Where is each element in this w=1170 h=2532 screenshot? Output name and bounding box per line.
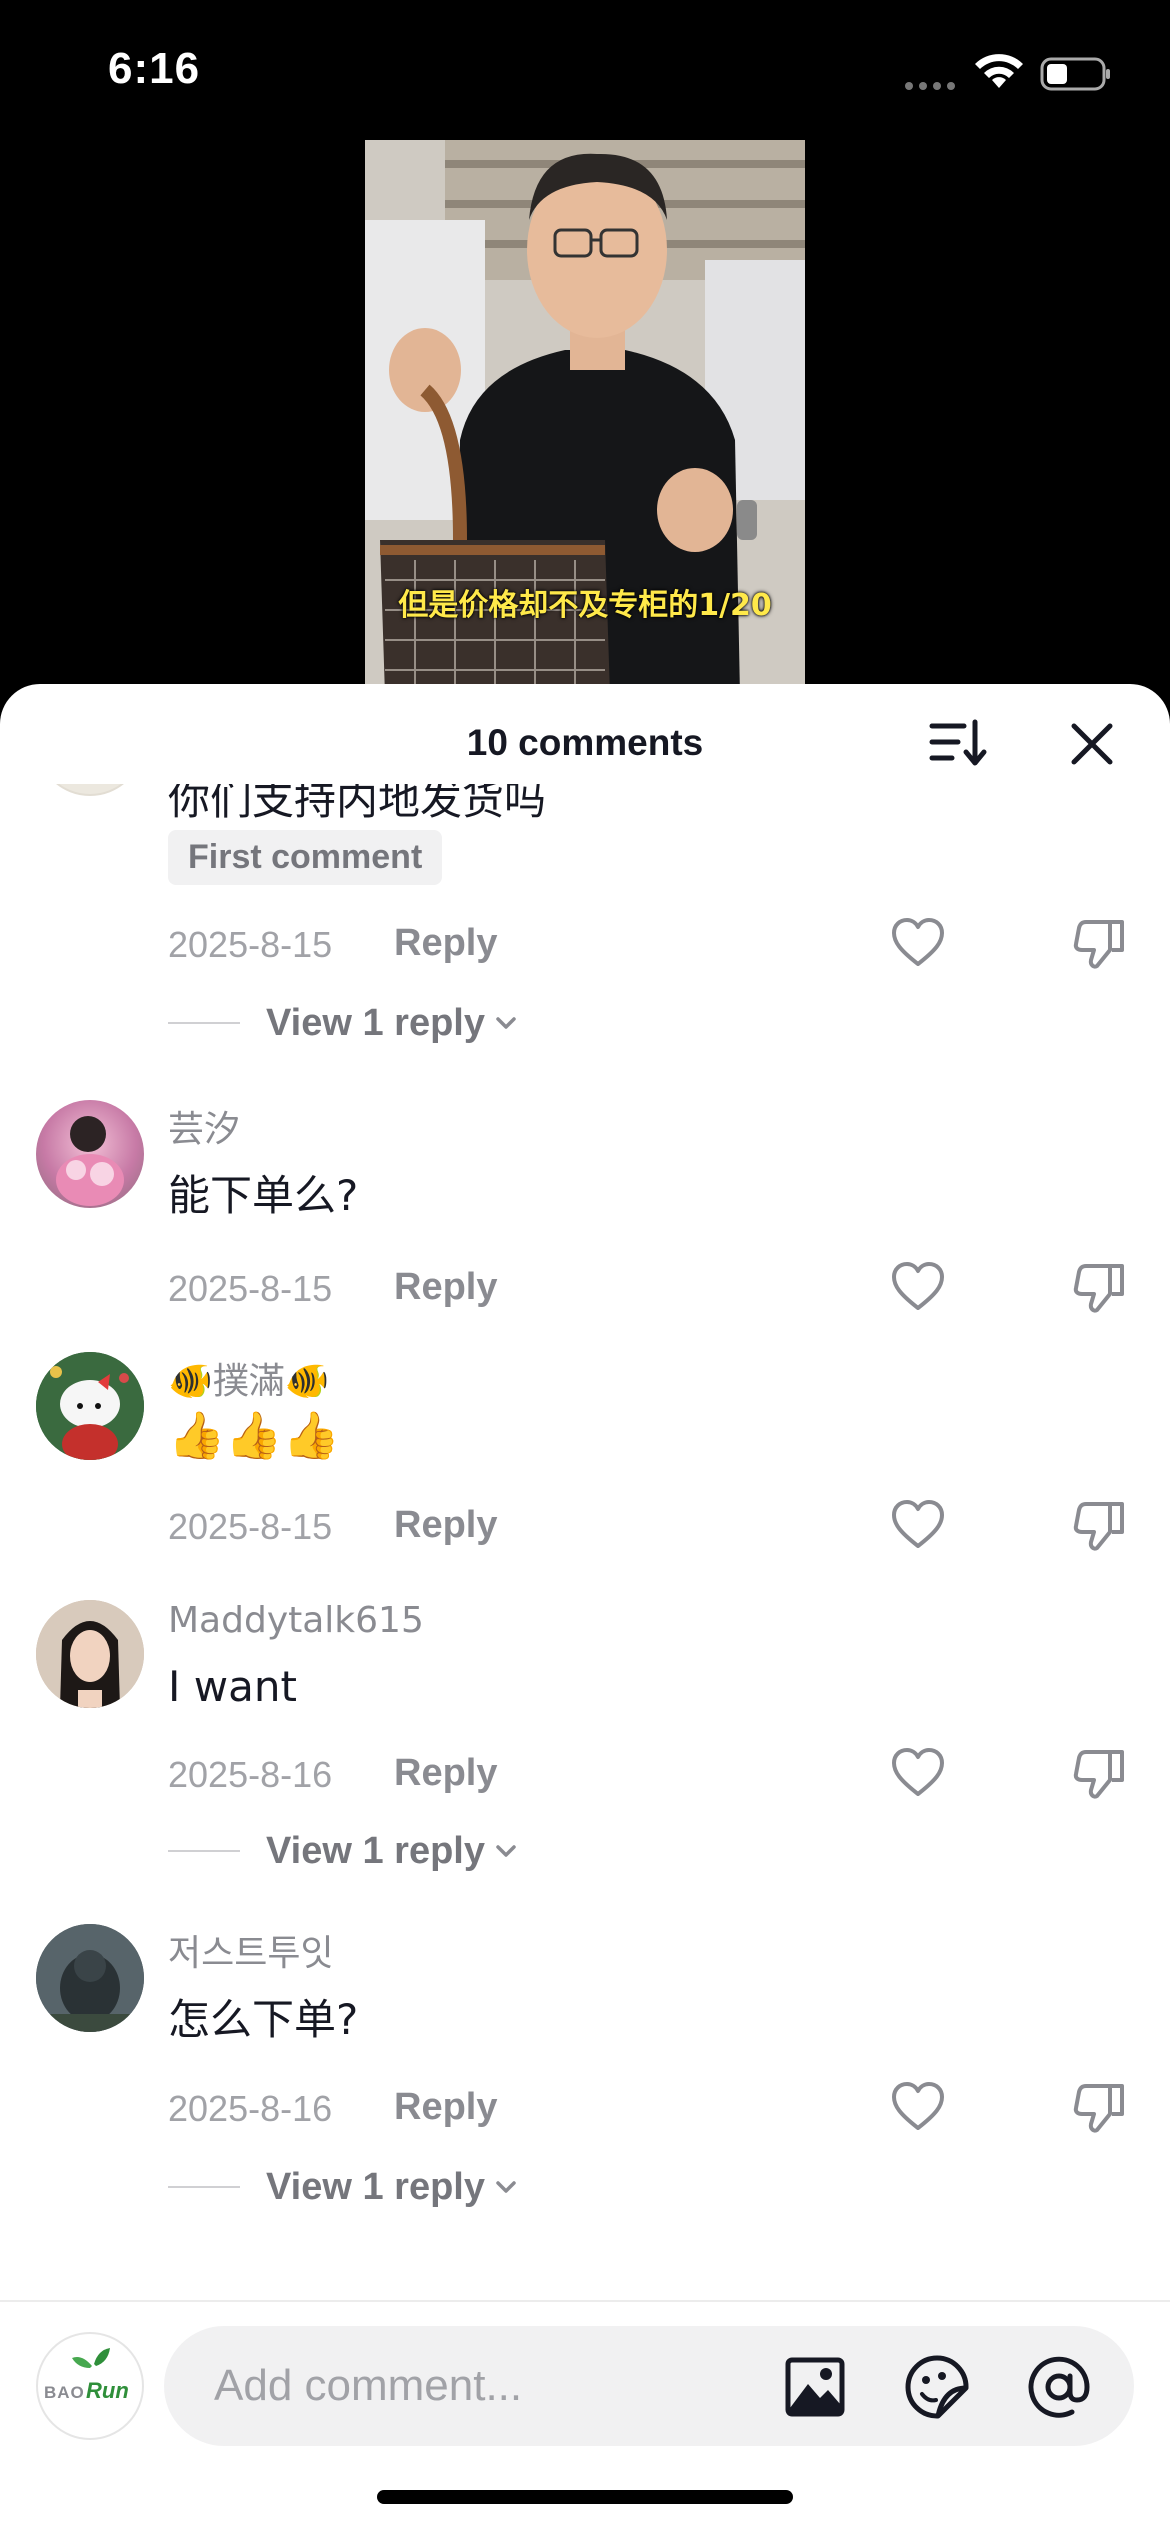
- dislike-icon[interactable]: [1072, 2080, 1128, 2136]
- comments-list[interactable]: 你们支持内地发货吗 First comment 2025-8-15 Reply …: [0, 784, 1170, 2294]
- comment-meta: 2025-8-16 Reply: [168, 1746, 1128, 1806]
- chevron-down-icon: [496, 1017, 516, 1029]
- avatar[interactable]: [36, 1600, 144, 1708]
- comment-date: 2025-8-16: [168, 2088, 333, 2129]
- view-replies-button[interactable]: View 1 reply: [168, 2162, 519, 2212]
- comment-username[interactable]: 저스트투잇: [168, 1924, 334, 1976]
- reply-button[interactable]: Reply: [394, 1504, 497, 1547]
- signal-icon: [905, 82, 955, 90]
- status-time: 6:16: [108, 44, 201, 93]
- comment-text: 怎么下单?: [168, 1995, 359, 2044]
- avatar[interactable]: [36, 1924, 144, 2032]
- comment-meta: 2025-8-15 Reply: [168, 916, 1128, 976]
- mention-icon[interactable]: [1026, 2354, 1092, 2420]
- first-comment-badge: First comment: [168, 830, 443, 885]
- baorun-logo-icon: BAO Run: [44, 2348, 129, 2403]
- comment-username[interactable]: 芸汐: [168, 1100, 240, 1152]
- avatar[interactable]: [36, 1100, 144, 1208]
- comments-count-title: 10 comments: [466, 722, 704, 763]
- dislike-icon[interactable]: [1072, 1498, 1128, 1554]
- comment-date: 2025-8-15: [168, 1268, 333, 1309]
- user-avatar[interactable]: BAO Run: [36, 2332, 144, 2440]
- dislike-icon[interactable]: [1072, 1746, 1128, 1802]
- comment-date: 2025-8-16: [168, 1754, 333, 1795]
- comment-meta: 2025-8-15 Reply: [168, 1498, 1128, 1558]
- dislike-icon[interactable]: [1072, 1260, 1128, 1316]
- view-replies-button[interactable]: View 1 reply: [168, 1826, 519, 1876]
- svg-text:BAO: BAO: [44, 2383, 85, 2402]
- chevron-down-icon: [496, 1845, 516, 1857]
- comment-username[interactable]: 🐠撲滿🐠: [168, 1352, 330, 1404]
- wifi-icon: [975, 54, 1023, 88]
- heart-icon[interactable]: [890, 1260, 946, 1316]
- image-icon[interactable]: [784, 2356, 846, 2418]
- comment-field-container: [164, 2326, 1134, 2446]
- comment-date: 2025-8-15: [168, 1506, 333, 1547]
- heart-icon[interactable]: [890, 1498, 946, 1554]
- dislike-icon[interactable]: [1072, 916, 1128, 972]
- reply-button[interactable]: Reply: [394, 2086, 497, 2129]
- close-icon[interactable]: [1064, 716, 1120, 772]
- heart-icon[interactable]: [890, 916, 946, 972]
- avatar[interactable]: [36, 1352, 144, 1460]
- status-bar: 6:16: [0, 0, 1170, 140]
- comment-text: I want: [168, 1662, 297, 1711]
- chevron-down-icon: [496, 2181, 516, 2193]
- reply-button[interactable]: Reply: [394, 1752, 497, 1795]
- sticker-icon[interactable]: [904, 2354, 970, 2420]
- reply-button[interactable]: Reply: [394, 1266, 497, 1309]
- comments-sheet: 10 comments 你们支持内地发货吗 First comment 2025…: [0, 684, 1170, 2532]
- comment-text: 👍👍👍: [168, 1408, 340, 1462]
- comment-date: 2025-8-15: [168, 924, 333, 965]
- avatar[interactable]: [36, 784, 144, 796]
- svg-text:Run: Run: [86, 2378, 129, 2403]
- video-caption: 但是价格却不及专柜的1/20: [398, 588, 772, 623]
- video-player[interactable]: 但是价格却不及专柜的1/20: [365, 140, 805, 695]
- comment-username[interactable]: Maddytalk615: [168, 1600, 424, 1641]
- home-indicator[interactable]: [377, 2490, 793, 2504]
- view-replies-button[interactable]: View 1 reply: [168, 998, 519, 1048]
- comment-meta: 2025-8-15 Reply: [168, 1260, 1128, 1320]
- comment-text: 你们支持内地发货吗: [168, 784, 547, 824]
- battery-icon: [1040, 57, 1110, 91]
- heart-icon[interactable]: [890, 2080, 946, 2136]
- sheet-header: 10 comments: [0, 684, 1170, 794]
- reply-button[interactable]: Reply: [394, 922, 497, 965]
- comment-text: 能下单么?: [168, 1171, 359, 1220]
- heart-icon[interactable]: [890, 1746, 946, 1802]
- sort-icon[interactable]: [928, 716, 988, 772]
- comment-input[interactable]: [214, 2356, 774, 2416]
- comment-meta: 2025-8-16 Reply: [168, 2080, 1128, 2140]
